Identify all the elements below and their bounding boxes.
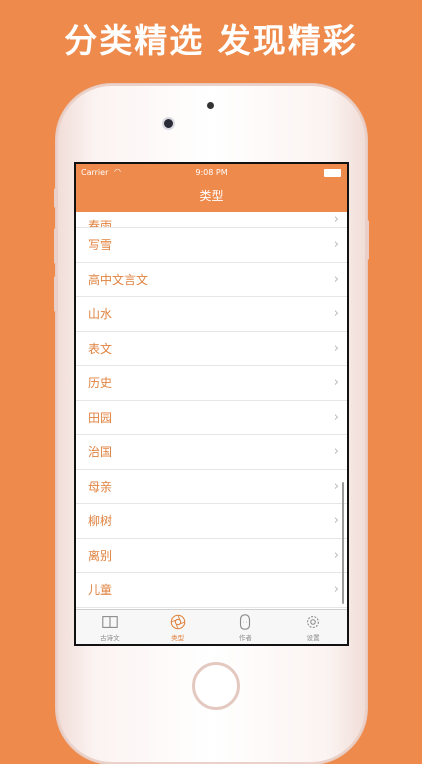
list-item-label: 离别 <box>88 548 113 563</box>
list-item-label: 母亲 <box>88 479 113 494</box>
list-item-label: 表文 <box>88 341 113 356</box>
chevron-right-icon: › <box>333 547 339 563</box>
list-item-label: 治国 <box>88 445 113 460</box>
phone-screen: Carrier ◠ 9:08 PM 类型 春雨 › 写雪 › 高中文言文 › 山… <box>74 162 349 646</box>
list-item-label: 春雨 <box>88 219 113 228</box>
category-list: 春雨 › 写雪 › 高中文言文 › 山水 › 表文 › 历史 › 田园 › 治国 <box>76 212 347 612</box>
tab-label: 古诗文 <box>100 634 120 642</box>
list-item[interactable]: 历史 › <box>76 366 347 401</box>
tab-authors[interactable]: 作者 <box>212 610 280 644</box>
chevron-right-icon: › <box>333 271 339 287</box>
tab-label: 设置 <box>306 634 320 642</box>
tab-poems[interactable]: 古诗文 <box>76 610 144 644</box>
tab-settings[interactable]: 设置 <box>279 610 347 644</box>
list-item-label: 柳树 <box>88 514 113 529</box>
status-bar: Carrier ◠ 9:08 PM <box>76 164 347 182</box>
head-icon <box>240 614 251 630</box>
home-button <box>192 662 240 710</box>
list-item[interactable]: 表文 › <box>76 332 347 366</box>
tab-label: 类型 <box>171 634 185 642</box>
list-item[interactable]: 高中文言文 › <box>76 263 347 297</box>
list-item[interactable]: 儿童 › <box>76 573 347 608</box>
list-item[interactable]: 柳树 › <box>76 504 347 539</box>
book-icon <box>102 616 118 628</box>
nav-title: 类型 <box>199 189 224 203</box>
aperture-icon <box>170 614 185 630</box>
scrollbar[interactable] <box>342 482 344 604</box>
chevron-right-icon: › <box>333 237 339 253</box>
list-item[interactable]: 山水 › <box>76 297 347 332</box>
nav-bar: 类型 <box>76 182 347 212</box>
list-item[interactable]: 母亲 › <box>76 470 347 504</box>
chevron-right-icon: › <box>333 375 339 391</box>
gear-icon <box>307 616 320 628</box>
list-item[interactable]: 田园 › <box>76 401 347 435</box>
power-button <box>365 220 369 260</box>
chevron-right-icon: › <box>333 306 339 322</box>
battery-icon <box>324 169 341 177</box>
mute-switch <box>54 188 58 208</box>
tab-bar: 古诗文 类型 作者 设置 <box>76 609 347 644</box>
list-item[interactable]: 春雨 › <box>76 212 347 228</box>
chevron-right-icon: › <box>333 409 339 425</box>
list-item[interactable]: 治国 › <box>76 435 347 470</box>
volume-up-button <box>54 228 58 264</box>
list-item-label: 儿童 <box>88 583 113 598</box>
chevron-right-icon: › <box>333 513 339 529</box>
chevron-right-icon: › <box>333 444 339 460</box>
list-item-label: 山水 <box>88 307 113 322</box>
list-item[interactable]: 离别 › <box>76 539 347 573</box>
list-item-label: 历史 <box>88 376 113 391</box>
chevron-right-icon: › <box>333 478 339 494</box>
front-camera <box>164 119 173 128</box>
earpiece-speaker <box>207 102 214 109</box>
tab-categories[interactable]: 类型 <box>144 610 212 644</box>
list-item-label: 高中文言文 <box>88 272 149 287</box>
list-item-label: 写雪 <box>88 238 113 253</box>
headline: 分类精选 发现精彩 <box>64 21 358 60</box>
volume-down-button <box>54 276 58 312</box>
list-item[interactable]: 写雪 › <box>76 228 347 263</box>
chevron-right-icon: › <box>333 582 339 598</box>
status-time: 9:08 PM <box>195 168 228 177</box>
list-item-label: 田园 <box>88 410 113 425</box>
tab-label: 作者 <box>238 634 252 642</box>
chevron-right-icon: › <box>333 340 339 356</box>
chevron-right-icon: › <box>333 212 339 227</box>
